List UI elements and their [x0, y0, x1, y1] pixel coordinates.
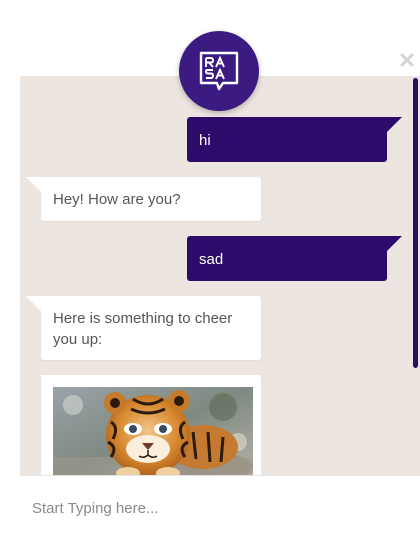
message-input[interactable] — [32, 496, 402, 520]
rasa-logo-icon — [179, 31, 259, 111]
user-message: sad — [187, 236, 402, 281]
message-text: Here is something to cheer you up: — [53, 310, 233, 348]
message-text: sad — [199, 251, 224, 268]
message-text: Hey! How are you? — [53, 191, 181, 208]
scrollbar[interactable] — [413, 78, 418, 368]
user-message: hi — [187, 117, 402, 162]
bot-message: Here is something to cheer you up: — [26, 296, 261, 360]
tiger-cub-image[interactable] — [53, 387, 253, 477]
message-text: hi — [199, 132, 211, 149]
message-input-bar — [20, 475, 420, 537]
bot-message: Hey! How are you? — [26, 177, 261, 221]
close-icon[interactable] — [399, 52, 415, 68]
chat-widget: hi Hey! How are you? sad Here is somethi… — [0, 0, 420, 537]
